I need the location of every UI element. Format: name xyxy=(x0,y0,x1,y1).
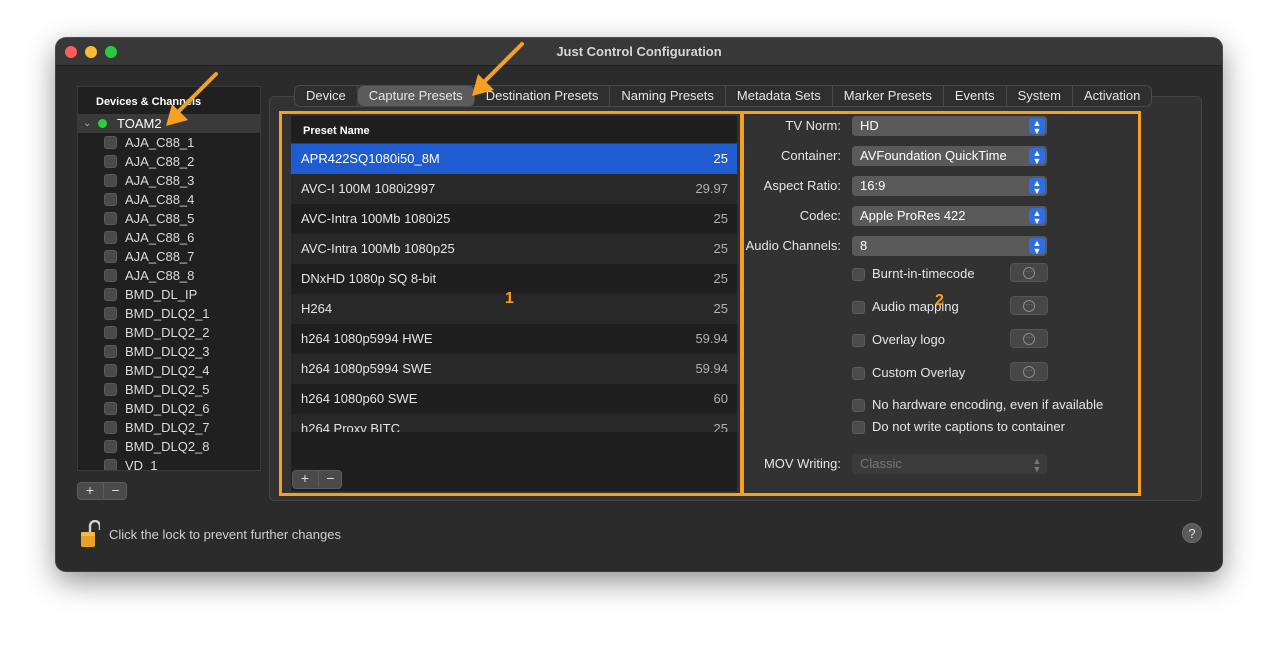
channel-item[interactable]: AJA_C88_3 xyxy=(78,171,260,190)
channel-item[interactable]: VD_1 xyxy=(78,456,260,471)
channel-checkbox[interactable] xyxy=(104,193,117,206)
channel-checkbox[interactable] xyxy=(104,307,117,320)
chevron-down-icon[interactable]: ⌄ xyxy=(83,114,91,133)
tab-marker-presets[interactable]: Marker Presets xyxy=(833,86,944,106)
channel-checkbox[interactable] xyxy=(104,326,117,339)
channel-item[interactable]: BMD_DLQ2_5 xyxy=(78,380,260,399)
channel-checkbox[interactable] xyxy=(104,288,117,301)
channel-checkbox[interactable] xyxy=(104,421,117,434)
channel-item[interactable]: AJA_C88_4 xyxy=(78,190,260,209)
channel-label: BMD_DLQ2_5 xyxy=(125,382,210,397)
channel-item[interactable]: BMD_DLQ2_7 xyxy=(78,418,260,437)
channel-checkbox[interactable] xyxy=(104,250,117,263)
channel-item[interactable]: AJA_C88_2 xyxy=(78,152,260,171)
channel-checkbox[interactable] xyxy=(104,269,117,282)
annotation-number-1: 1 xyxy=(505,290,514,307)
annotation-arrow-tab xyxy=(472,42,524,96)
channel-label: BMD_DLQ2_2 xyxy=(125,325,210,340)
channel-checkbox[interactable] xyxy=(104,212,117,225)
channel-label: AJA_C88_5 xyxy=(125,211,195,226)
channel-label: AJA_C88_3 xyxy=(125,173,195,188)
devices-sidebar: Devices & Channels ⌄ TOAM2 AJA_C88_1 AJA_… xyxy=(77,86,261,471)
status-online-icon xyxy=(98,119,107,128)
channel-checkbox[interactable] xyxy=(104,383,117,396)
channel-label: VD_1 xyxy=(125,458,158,471)
tab-activation[interactable]: Activation xyxy=(1073,86,1151,106)
title-bar: Just Control Configuration xyxy=(56,38,1222,66)
tab-system[interactable]: System xyxy=(1007,86,1073,106)
channel-item[interactable]: AJA_C88_6 xyxy=(78,228,260,247)
channel-item[interactable]: BMD_DLQ2_2 xyxy=(78,323,260,342)
unlocked-padlock-icon[interactable] xyxy=(80,520,100,550)
channel-label: BMD_DLQ2_3 xyxy=(125,344,210,359)
channel-label: BMD_DLQ2_1 xyxy=(125,306,210,321)
device-group-label: TOAM2 xyxy=(117,116,162,131)
channel-item[interactable]: AJA_C88_8 xyxy=(78,266,260,285)
channel-checkbox[interactable] xyxy=(104,345,117,358)
channel-item[interactable]: AJA_C88_5 xyxy=(78,209,260,228)
channel-item[interactable]: BMD_DLQ2_3 xyxy=(78,342,260,361)
channel-item[interactable]: BMD_DLQ2_1 xyxy=(78,304,260,323)
channel-label: AJA_C88_8 xyxy=(125,268,195,283)
channel-checkbox[interactable] xyxy=(104,136,117,149)
channel-checkbox[interactable] xyxy=(104,231,117,244)
channel-label: BMD_DLQ2_6 xyxy=(125,401,210,416)
window-title: Just Control Configuration xyxy=(556,44,722,59)
tab-device[interactable]: Device xyxy=(295,86,358,106)
channel-checkbox[interactable] xyxy=(104,440,117,453)
tab-bar: Device Capture Presets Destination Presets… xyxy=(294,85,1153,107)
remove-device-button[interactable]: − xyxy=(103,482,127,498)
tab-naming-presets[interactable]: Naming Presets xyxy=(610,86,726,106)
channel-list: AJA_C88_1 AJA_C88_2 AJA_C88_3 AJA_C88_4 AJA_… xyxy=(78,133,260,471)
annotation-arrow-sidebar xyxy=(166,72,218,126)
lock-hint-text: Click the lock to prevent further change… xyxy=(109,527,341,542)
tab-metadata-sets[interactable]: Metadata Sets xyxy=(726,86,833,106)
channel-label: BMD_DLQ2_7 xyxy=(125,420,210,435)
channel-checkbox[interactable] xyxy=(104,402,117,415)
app-window: Just Control Configuration Devices & Cha… xyxy=(56,38,1222,571)
add-device-button[interactable]: + xyxy=(78,482,102,498)
tab-capture-presets[interactable]: Capture Presets xyxy=(357,86,475,106)
channel-checkbox[interactable] xyxy=(104,459,117,470)
channel-label: BMD_DLQ2_8 xyxy=(125,439,210,454)
channel-item[interactable]: BMD_DLQ2_4 xyxy=(78,361,260,380)
annotation-number-2: 2 xyxy=(935,292,944,309)
channel-label: AJA_C88_7 xyxy=(125,249,195,264)
channel-item[interactable]: AJA_C88_1 xyxy=(78,133,260,152)
help-button[interactable]: ? xyxy=(1182,523,1202,543)
channel-label: BMD_DLQ2_4 xyxy=(125,363,210,378)
sidebar-add-remove-control: + − xyxy=(77,482,127,500)
channel-item[interactable]: AJA_C88_7 xyxy=(78,247,260,266)
channel-checkbox[interactable] xyxy=(104,364,117,377)
channel-checkbox[interactable] xyxy=(104,174,117,187)
channel-item[interactable]: BMD_DLQ2_6 xyxy=(78,399,260,418)
channel-label: BMD_DL_IP xyxy=(125,287,198,302)
channel-label: AJA_C88_1 xyxy=(125,135,195,150)
channel-label: AJA_C88_4 xyxy=(125,192,195,207)
channel-label: AJA_C88_6 xyxy=(125,230,195,245)
tab-events[interactable]: Events xyxy=(944,86,1007,106)
channel-checkbox[interactable] xyxy=(104,155,117,168)
channel-label: AJA_C88_2 xyxy=(125,154,195,169)
channel-item[interactable]: BMD_DLQ2_8 xyxy=(78,437,260,456)
channel-item[interactable]: BMD_DL_IP xyxy=(78,285,260,304)
